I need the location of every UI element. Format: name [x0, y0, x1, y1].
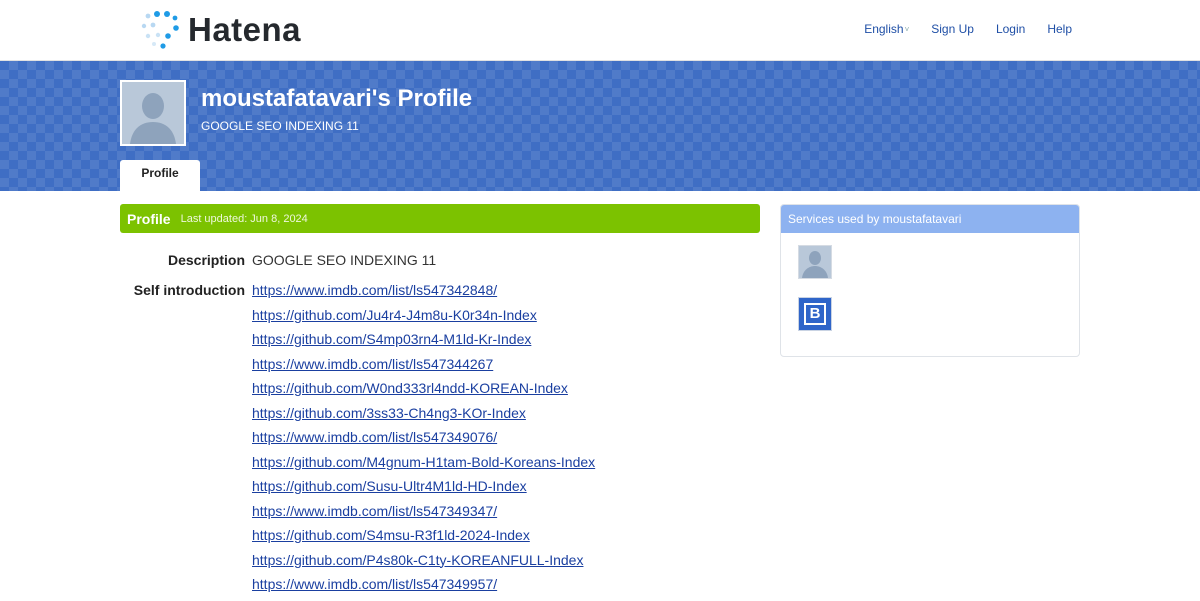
description-label: Description [167, 252, 245, 268]
list-item: https://github.com/Ju4r4-J4m8u-K0r34n-In… [252, 307, 595, 332]
list-item: https://www.imdb.com/list/ls547349347/ [252, 503, 595, 528]
chevron-down-icon: ˅ [904, 25, 910, 35]
login-link[interactable]: Login [996, 22, 1025, 36]
intro-link[interactable]: https://www.imdb.com/list/ls547349347/ [252, 503, 497, 519]
profile-banner: moustafatavari's Profile GOOGLE SEO INDE… [0, 61, 1200, 191]
intro-link[interactable]: https://github.com/3ss33-Ch4ng3-KOr-Inde… [252, 405, 526, 421]
list-item: https://github.com/W0nd333rl4ndd-KOREAN-… [252, 380, 595, 405]
page-title: moustafatavari's Profile [201, 85, 473, 112]
profile-subtitle: GOOGLE SEO INDEXING 11 [201, 119, 359, 133]
intro-link[interactable]: https://www.imdb.com/list/ls547344267 [252, 356, 493, 372]
intro-link[interactable]: https://github.com/P4s80k-C1ty-KOREANFUL… [252, 552, 583, 568]
intro-link[interactable]: https://www.imdb.com/list/ls547342848/ [252, 282, 497, 298]
signup-link[interactable]: Sign Up [931, 22, 974, 36]
profile-avatar[interactable] [120, 80, 186, 146]
logo-text: Hatena [188, 11, 302, 48]
list-item: https://github.com/M4gnum-H1tam-Bold-Kor… [252, 454, 595, 479]
profile-main: Profile Last updated: Jun 8, 2024 Descri… [120, 204, 760, 601]
list-item: https://github.com/Susu-Ultr4M1ld-HD-Ind… [252, 478, 595, 503]
user-silhouette-icon [799, 246, 831, 278]
tab-profile[interactable]: Profile [120, 160, 200, 191]
bookmark-icon: B [804, 303, 826, 325]
last-updated: Last updated: Jun 8, 2024 [180, 212, 308, 225]
intro-link[interactable]: https://github.com/Ju4r4-J4m8u-K0r34n-In… [252, 307, 537, 323]
intro-link[interactable]: https://github.com/S4mp03rn4-M1ld-Kr-Ind… [252, 331, 531, 347]
list-item: https://github.com/P4s80k-C1ty-KOREANFUL… [252, 552, 595, 577]
intro-link[interactable]: https://www.imdb.com/list/ls547349076/ [252, 429, 497, 445]
self-introduction-links: https://www.imdb.com/list/ls547342848/ h… [252, 282, 595, 601]
top-header: Hatena English˅ Sign Up Login Help [0, 0, 1200, 61]
top-nav: English˅ Sign Up Login Help [864, 22, 1072, 36]
list-item: https://www.imdb.com/list/ls547349076/ [252, 429, 595, 454]
description-value: GOOGLE SEO INDEXING 11 [252, 252, 437, 268]
section-title: Profile [127, 210, 171, 227]
list-item: https://www.imdb.com/list/ls547349957/ [252, 576, 595, 601]
self-introduction-row: Self introduction https://www.imdb.com/l… [120, 282, 760, 601]
user-silhouette-icon [122, 82, 184, 144]
intro-link[interactable]: https://github.com/M4gnum-H1tam-Bold-Kor… [252, 454, 595, 470]
service-profile-avatar[interactable] [798, 245, 832, 279]
language-label: English [864, 22, 904, 36]
list-item: https://github.com/S4msu-R3f1ld-2024-Ind… [252, 527, 595, 552]
intro-link[interactable]: https://github.com/W0nd333rl4ndd-KOREAN-… [252, 380, 568, 396]
description-row: Description GOOGLE SEO INDEXING 11 [120, 252, 760, 268]
profile-section-header: Profile Last updated: Jun 8, 2024 [120, 204, 760, 233]
hatena-bookmark-service[interactable]: B [798, 297, 832, 331]
self-introduction-label: Self introduction [133, 282, 245, 298]
language-selector[interactable]: English˅ [864, 22, 909, 36]
list-item: https://www.imdb.com/list/ls547342848/ [252, 282, 595, 307]
list-item: https://github.com/3ss33-Ch4ng3-KOr-Inde… [252, 405, 595, 430]
intro-link[interactable]: https://github.com/Susu-Ultr4M1ld-HD-Ind… [252, 478, 527, 494]
help-link[interactable]: Help [1047, 22, 1072, 36]
intro-link[interactable]: https://github.com/S4msu-R3f1ld-2024-Ind… [252, 527, 530, 543]
list-item: https://github.com/S4mp03rn4-M1ld-Kr-Ind… [252, 331, 595, 356]
services-sidebar: Services used by moustafatavari B [780, 204, 1080, 357]
services-title: Services used by moustafatavari [781, 205, 1079, 233]
list-item: https://www.imdb.com/list/ls547344267 [252, 356, 595, 381]
hatena-logo[interactable]: Hatena [140, 10, 301, 50]
hatena-logo-icon [141, 11, 179, 49]
intro-link[interactable]: https://www.imdb.com/list/ls547349957/ [252, 576, 497, 592]
